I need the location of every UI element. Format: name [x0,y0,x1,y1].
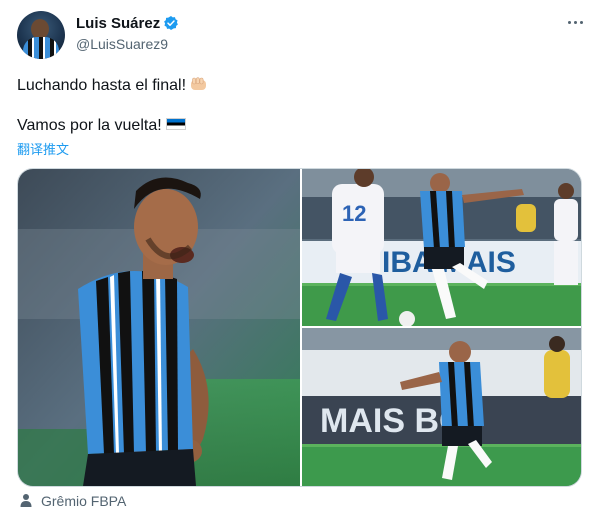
more-options-icon[interactable] [565,14,585,30]
tweet-line-1-text: Luchando hasta el final! [17,77,187,94]
fist-emoji-icon [191,77,207,90]
photo2-jersey-number: 12 [342,201,366,226]
location-label: Grêmio FBPA [41,493,127,509]
photo-match-action-1[interactable]: IBA MAIS 12 [302,169,582,326]
person-icon [20,494,32,507]
tweet-text-line-2: Vamos por la vuelta! [17,117,186,135]
translate-link[interactable]: 翻译推文 [17,139,69,158]
verified-badge-icon[interactable] [163,15,179,31]
tweet-text-line-1: Luchando hasta el final! [17,77,208,95]
photo-celebration[interactable] [18,169,300,486]
media-grid: IBA MAIS 12 MAIS BO [17,168,582,487]
estonia-flag-icon [165,118,186,130]
author-avatar[interactable] [17,11,65,59]
avatar-head [31,19,49,39]
author-handle[interactable]: @LuisSuarez9 [76,36,168,52]
author-name[interactable]: Luis Suárez [76,15,160,32]
tweet-line-2-text: Vamos por la vuelta! [17,117,162,134]
photo-match-action-2[interactable]: MAIS BO [302,328,582,486]
avatar-shirt [23,37,59,59]
